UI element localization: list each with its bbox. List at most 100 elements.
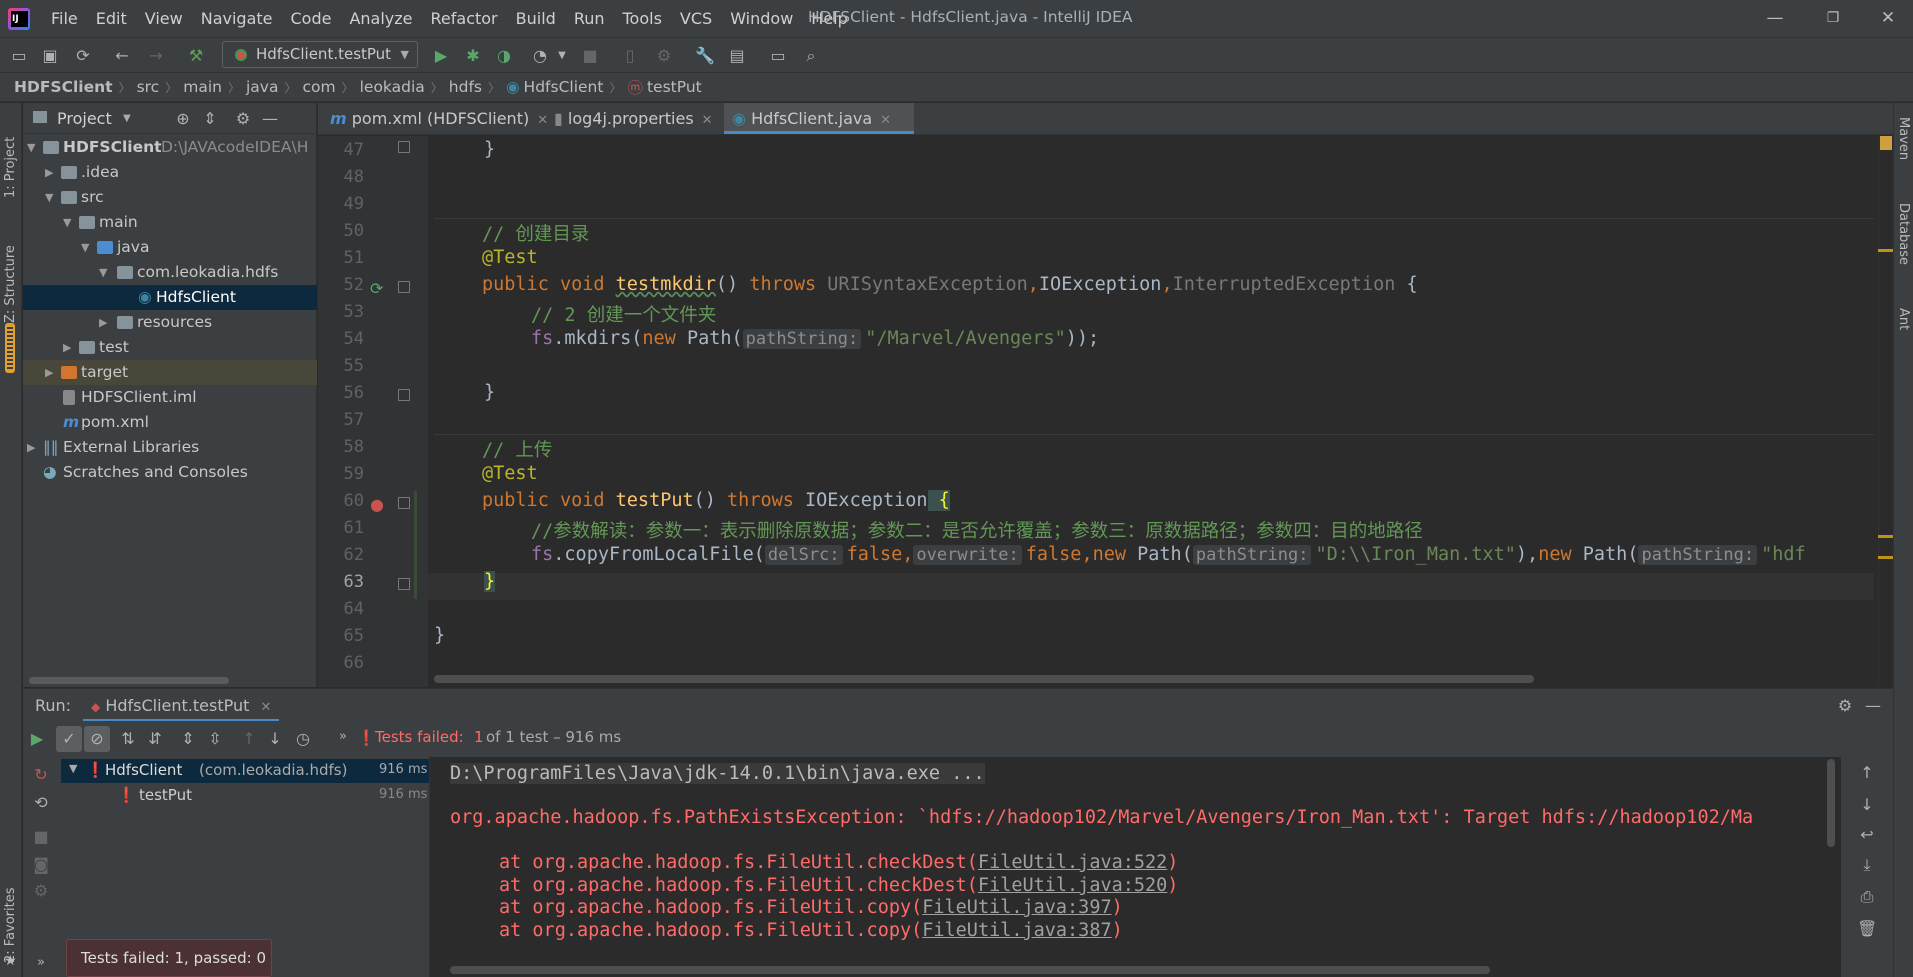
menu-vcs[interactable]: VCS bbox=[671, 0, 721, 37]
collapse-all-icon[interactable]: ⇳ bbox=[205, 729, 225, 748]
tree-item-iml[interactable]: HDFSClient.iml bbox=[23, 385, 317, 410]
breadcrumb-method[interactable]: testPut bbox=[647, 78, 702, 96]
show-passed-icon[interactable]: ✓ bbox=[56, 726, 82, 752]
breadcrumb-com[interactable]: com bbox=[302, 78, 335, 96]
tree-item-main[interactable]: ▼ main bbox=[23, 210, 317, 235]
next-failed-icon[interactable]: ↓ bbox=[265, 729, 285, 748]
stack-frame-link[interactable]: FileUtil.java:522 bbox=[978, 852, 1167, 873]
rerun-icon[interactable]: ▶ bbox=[27, 729, 47, 748]
arrow-down-icon[interactable]: ↓ bbox=[1857, 795, 1877, 814]
more-icon[interactable]: » bbox=[333, 729, 353, 744]
run-icon[interactable]: ▶ bbox=[431, 46, 451, 66]
open-folder-icon[interactable]: ▭ bbox=[9, 46, 29, 66]
attach-icon[interactable]: ▯ bbox=[620, 46, 640, 66]
tree-item-test[interactable]: ▶ test bbox=[23, 335, 317, 360]
forward-icon[interactable]: → bbox=[146, 46, 166, 66]
run-tab[interactable]: ◆ HdfsClient.testPut ✕ bbox=[83, 689, 280, 722]
menu-build[interactable]: Build bbox=[507, 0, 565, 37]
minimize-icon[interactable]: — bbox=[1750, 0, 1800, 37]
sort-duration-icon[interactable]: ⇵ bbox=[145, 729, 165, 748]
menu-refactor[interactable]: Refactor bbox=[422, 0, 507, 37]
breadcrumb-project[interactable]: HDFSClient bbox=[14, 78, 113, 96]
presentation-icon[interactable]: ▭ bbox=[768, 46, 788, 66]
coverage-icon[interactable]: ◑ bbox=[494, 46, 514, 66]
show-ignored-icon[interactable]: ⊘ bbox=[84, 726, 110, 752]
chevron-right-icon[interactable]: ▶ bbox=[45, 360, 57, 385]
test-result-notification[interactable]: Tests failed: 1, passed: 0 bbox=[66, 939, 272, 977]
coverage-settings-icon[interactable]: ⚙ bbox=[654, 46, 674, 66]
chevron-right-icon[interactable]: ▶ bbox=[99, 310, 111, 335]
breadcrumb-main[interactable]: main bbox=[183, 78, 222, 96]
breadcrumb-hdfs[interactable]: hdfs bbox=[449, 78, 482, 96]
toggle-autotest-icon[interactable]: ⟲ bbox=[31, 793, 51, 812]
console-output[interactable]: D:\ProgramFiles\Java\jdk-14.0.1\bin\java… bbox=[431, 757, 1841, 977]
menu-navigate[interactable]: Navigate bbox=[192, 0, 282, 37]
expand-all-icon[interactable]: ⇕ bbox=[178, 729, 198, 748]
breadcrumb-leokadia[interactable]: leokadia bbox=[360, 78, 425, 96]
more-icon[interactable]: » bbox=[31, 955, 51, 970]
error-stripe-marker[interactable] bbox=[1878, 249, 1893, 252]
settings-wrench-icon[interactable]: 🔧 bbox=[695, 46, 715, 66]
run-test-gutter-icon[interactable]: ⟳ bbox=[370, 279, 383, 298]
close-icon[interactable]: ✕ bbox=[261, 700, 272, 715]
tab-pom-xml[interactable]: m pom.xml (HDFSClient) ✕ bbox=[330, 103, 548, 134]
profile-dropdown-icon[interactable]: ▼ bbox=[552, 46, 572, 66]
tab-log4j-properties[interactable]: ▮ log4j.properties ✕ bbox=[554, 103, 713, 134]
scroll-to-end-icon[interactable]: ⤓ bbox=[1857, 855, 1877, 875]
tree-item-java[interactable]: ▼ java bbox=[23, 235, 317, 260]
chevron-right-icon[interactable]: ▶ bbox=[27, 435, 39, 460]
tab-hdfsclient-java[interactable]: ◉ HdfsClient.java ✕ bbox=[724, 103, 914, 134]
tree-row-testput[interactable]: ❗ testPut 916 ms bbox=[61, 784, 429, 808]
memory-indicator-icon[interactable] bbox=[5, 323, 15, 373]
tree-item-scratches[interactable]: ◕ Scratches and Consoles bbox=[23, 460, 317, 485]
arrow-up-icon[interactable]: ↑ bbox=[1857, 763, 1877, 782]
project-tool-window-button[interactable]: 1: Project bbox=[3, 108, 18, 198]
close-icon[interactable]: ✕ bbox=[1863, 0, 1913, 37]
vertical-scrollbar[interactable] bbox=[1827, 759, 1835, 847]
horizontal-scrollbar[interactable] bbox=[29, 677, 229, 684]
fold-icon[interactable] bbox=[398, 281, 410, 293]
chevron-down-icon[interactable]: ▼ bbox=[69, 762, 77, 775]
database-tool-window-button[interactable]: Database bbox=[1896, 203, 1911, 293]
project-structure-icon[interactable]: ▤ bbox=[727, 46, 747, 66]
close-icon[interactable]: ✕ bbox=[880, 113, 891, 128]
previous-failed-icon[interactable]: ↑ bbox=[239, 729, 259, 748]
hide-icon[interactable]: — bbox=[260, 103, 280, 134]
maven-tool-window-button[interactable]: Maven bbox=[1896, 117, 1911, 187]
stop-icon[interactable]: ■ bbox=[580, 46, 600, 66]
menu-code[interactable]: Code bbox=[282, 0, 341, 37]
fold-icon[interactable] bbox=[398, 497, 410, 509]
gear-icon[interactable]: ⚙ bbox=[233, 103, 253, 134]
menu-run[interactable]: Run bbox=[565, 0, 614, 37]
close-icon[interactable]: ✕ bbox=[537, 113, 548, 128]
menu-file[interactable]: File bbox=[42, 0, 87, 37]
history-icon[interactable]: ◷ bbox=[293, 729, 313, 748]
tree-item-hdfsclient-class[interactable]: ◉ HdfsClient bbox=[23, 285, 317, 310]
chevron-right-icon[interactable]: ▶ bbox=[63, 335, 75, 360]
tree-item-hdfsclient[interactable]: ▼ HDFSClient D:\JAVAcodeIDEA\H bbox=[23, 135, 317, 160]
vertical-scrollbar[interactable] bbox=[1878, 136, 1893, 687]
error-stripe-marker[interactable] bbox=[1878, 556, 1893, 559]
stop-icon[interactable]: ■ bbox=[31, 827, 51, 846]
stack-frame-link[interactable]: FileUtil.java:520 bbox=[978, 875, 1167, 896]
trash-icon[interactable]: 🗑 bbox=[1857, 919, 1877, 938]
chevron-down-icon[interactable]: ▼ bbox=[63, 210, 75, 235]
fold-icon[interactable] bbox=[398, 389, 410, 401]
restore-icon[interactable]: ❐ bbox=[1808, 0, 1858, 37]
sync-icon[interactable]: ⟳ bbox=[73, 46, 93, 66]
chevron-down-icon[interactable]: ▼ bbox=[27, 135, 39, 160]
chevron-right-icon[interactable]: ▶ bbox=[45, 160, 57, 185]
console-command-line[interactable]: D:\ProgramFiles\Java\jdk-14.0.1\bin\java… bbox=[450, 763, 985, 784]
menu-edit[interactable]: Edit bbox=[87, 0, 136, 37]
tree-item-src[interactable]: ▼ src bbox=[23, 185, 317, 210]
chevron-down-icon[interactable]: ▼ bbox=[45, 185, 57, 210]
print-icon[interactable]: ⎙ bbox=[1857, 887, 1877, 907]
fold-icon[interactable] bbox=[398, 578, 410, 590]
breadcrumb-class[interactable]: HdfsClient bbox=[524, 78, 604, 96]
tree-item-idea[interactable]: ▶ .idea bbox=[23, 160, 317, 185]
profile-icon[interactable]: ◔ bbox=[530, 46, 550, 66]
locate-icon[interactable]: ⊕ bbox=[173, 103, 193, 134]
run-test-failed-gutter-icon[interactable]: ● bbox=[370, 495, 384, 514]
gear-icon[interactable]: ⚙ bbox=[1835, 689, 1855, 722]
back-icon[interactable]: ← bbox=[112, 46, 132, 66]
